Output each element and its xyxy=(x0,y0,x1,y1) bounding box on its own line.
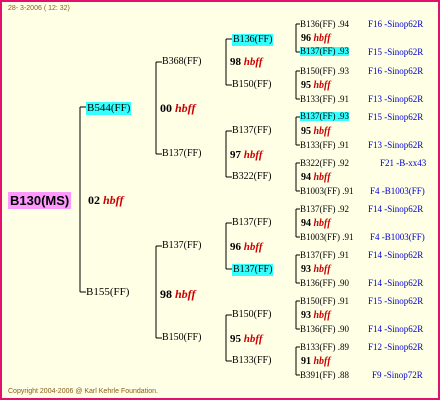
gen3-node-8[interactable]: B133(FF) xyxy=(232,356,271,366)
gen4-line-ref: F16 -Sinop62R xyxy=(368,66,424,76)
gen1-info-lower: 98 hbff xyxy=(160,287,196,301)
gen4-line-ref: F14 -Sinop62R xyxy=(368,324,424,334)
gen4-line-ref: F12 -Sinop62R xyxy=(368,342,424,352)
gen4-line-ref: F15 -Sinop62R xyxy=(368,47,424,57)
gen4-row[interactable]: B133(FF) .91 xyxy=(300,141,349,150)
gen4-row[interactable]: B322(FF) .92 xyxy=(300,159,349,168)
gen3-node-2[interactable]: B150(FF) xyxy=(232,80,271,90)
gen4-line-ref: F9 -Sinop72R xyxy=(372,370,423,380)
gen2-node-2[interactable]: B137(FF) xyxy=(162,149,201,159)
gen4-line-ref: F14 -Sinop62R xyxy=(368,204,424,214)
gen4-row[interactable]: B137(FF) .93 xyxy=(300,47,350,56)
gen3-node-3[interactable]: B137(FF) xyxy=(232,126,271,136)
gen4-row[interactable]: B150(FF) .91 xyxy=(300,297,349,306)
gen4-line-ref: F4 -B1003(FF) xyxy=(370,232,425,242)
gen3-node-4[interactable]: B322(FF) xyxy=(232,172,271,182)
gen4-row[interactable]: B137(FF) .91 xyxy=(300,251,349,260)
root-node[interactable]: B130(MS) xyxy=(8,192,72,209)
pedigree-panel: 28- 3-2006 ( 12: 32) B130(MS) 02 hbff B5… xyxy=(0,0,440,400)
gen1-node-lower[interactable]: B155(FF) xyxy=(86,287,129,298)
gen2-node-4[interactable]: B150(FF) xyxy=(162,333,201,343)
gen4-row[interactable]: B137(FF) .93 xyxy=(300,112,350,121)
gen3-info-5: 94 hbff xyxy=(301,218,331,229)
gen2-info-1: 98 hbff xyxy=(230,56,263,68)
gen4-row[interactable]: B136(FF) .90 xyxy=(300,279,349,288)
gen3-info-4: 94 hbff xyxy=(301,172,331,183)
gen3-info-2: 95 hbff xyxy=(301,80,331,91)
gen4-line-ref: F13 -Sinop62R xyxy=(368,94,424,104)
gen2-info-4: 95 hbff xyxy=(230,333,263,345)
gen3-node-7[interactable]: B150(FF) xyxy=(232,310,271,320)
gen4-line-ref: F4 -B1003(FF) xyxy=(370,186,425,196)
gen4-line-ref: F15 -Sinop62R xyxy=(368,296,424,306)
gen4-line-ref: F13 -Sinop62R xyxy=(368,140,424,150)
gen3-node-6[interactable]: B137(FF) xyxy=(232,264,274,276)
gen4-line-ref: F16 -Sinop62R xyxy=(368,19,424,29)
gen4-line-ref: F14 -Sinop62R xyxy=(368,278,424,288)
gen4-line-ref: F14 -Sinop62R xyxy=(368,250,424,260)
gen2-node-1[interactable]: B368(FF) xyxy=(162,57,201,67)
gen2-node-3[interactable]: B137(FF) xyxy=(162,241,201,251)
gen4-row[interactable]: B133(FF) .91 xyxy=(300,95,349,104)
gen3-node-1[interactable]: B136(FF) xyxy=(232,34,274,46)
gen1-node-upper[interactable]: B544(FF) xyxy=(86,102,132,115)
report-date: 28- 3-2006 ( 12: 32) xyxy=(8,5,70,12)
copyright-footer: Copyright 2004-2006 @ Karl Kehrle Founda… xyxy=(8,388,158,395)
gen2-info-3: 96 hbff xyxy=(230,241,263,253)
gen3-info-3: 95 hbff xyxy=(301,126,331,137)
gen4-row[interactable]: B1003(FF) .91 xyxy=(300,233,354,242)
gen3-info-8: 91 hbff xyxy=(301,356,331,367)
root-sub-info: 02 hbff xyxy=(88,193,124,207)
gen4-line-ref: F15 -Sinop62R xyxy=(368,112,424,122)
gen4-line-ref: F21 -B-xx43 xyxy=(380,158,427,168)
gen4-row[interactable]: B133(FF) .89 xyxy=(300,343,349,352)
gen4-row[interactable]: B150(FF) .93 xyxy=(300,67,349,76)
gen4-row[interactable]: B1003(FF) .91 xyxy=(300,187,354,196)
gen3-info-6: 93 hbff xyxy=(301,264,331,275)
gen4-row[interactable]: B391(FF) .88 xyxy=(300,371,349,380)
gen2-info-2: 97 hbff xyxy=(230,149,263,161)
gen3-node-5[interactable]: B137(FF) xyxy=(232,218,271,228)
gen3-info-7: 93 hbff xyxy=(301,310,331,321)
gen4-row[interactable]: B136(FF) .94 xyxy=(300,20,349,29)
gen1-info-upper: 00 hbff xyxy=(160,101,196,115)
gen4-row[interactable]: B136(FF) .90 xyxy=(300,325,349,334)
gen3-info-1: 96 hbff xyxy=(301,33,331,44)
gen4-row[interactable]: B137(FF) .92 xyxy=(300,205,349,214)
